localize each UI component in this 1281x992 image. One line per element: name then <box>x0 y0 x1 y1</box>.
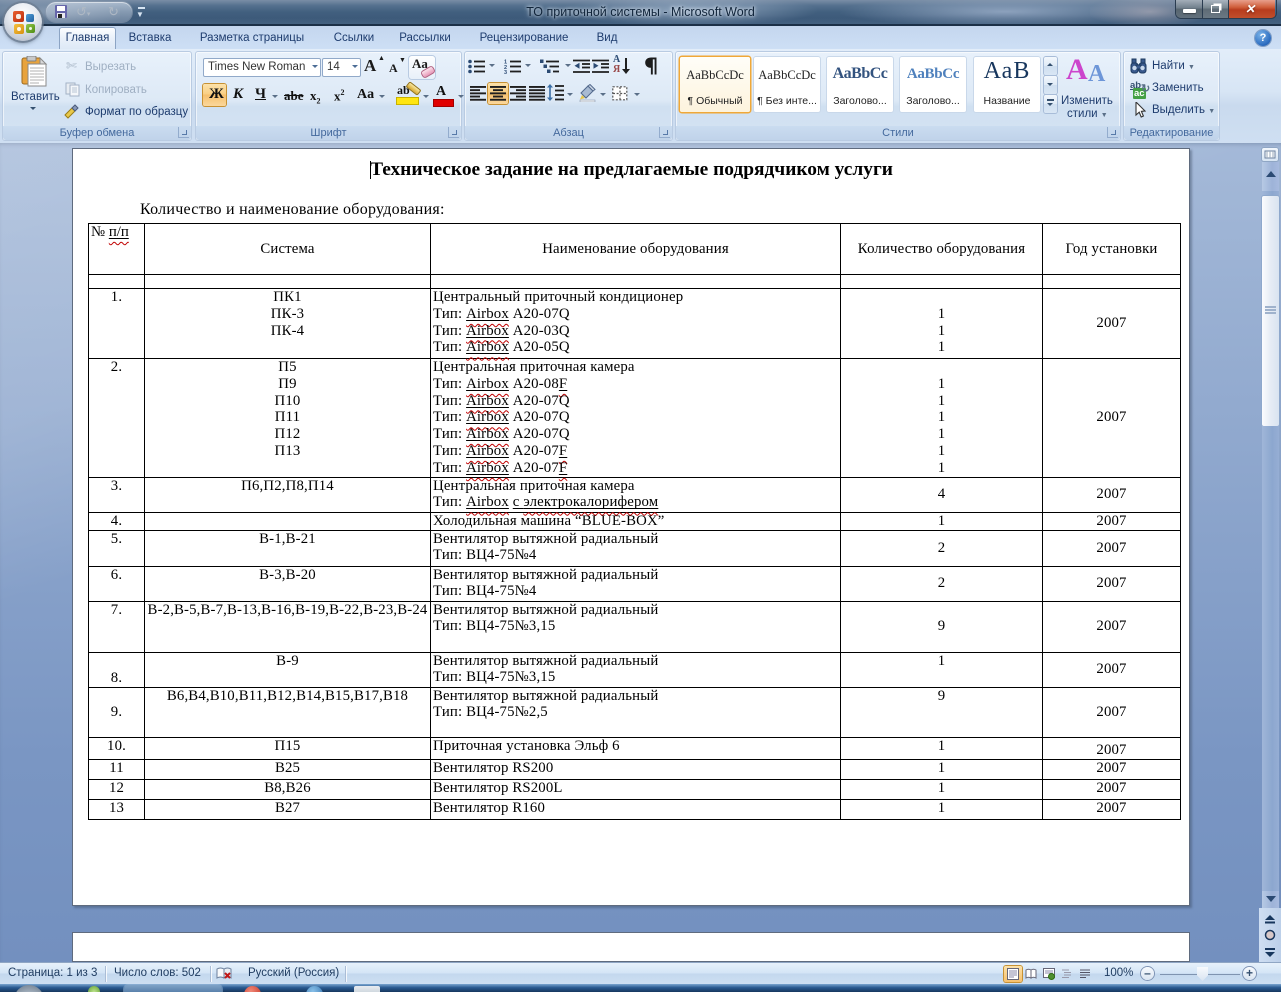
svg-text:3: 3 <box>504 70 507 74</box>
